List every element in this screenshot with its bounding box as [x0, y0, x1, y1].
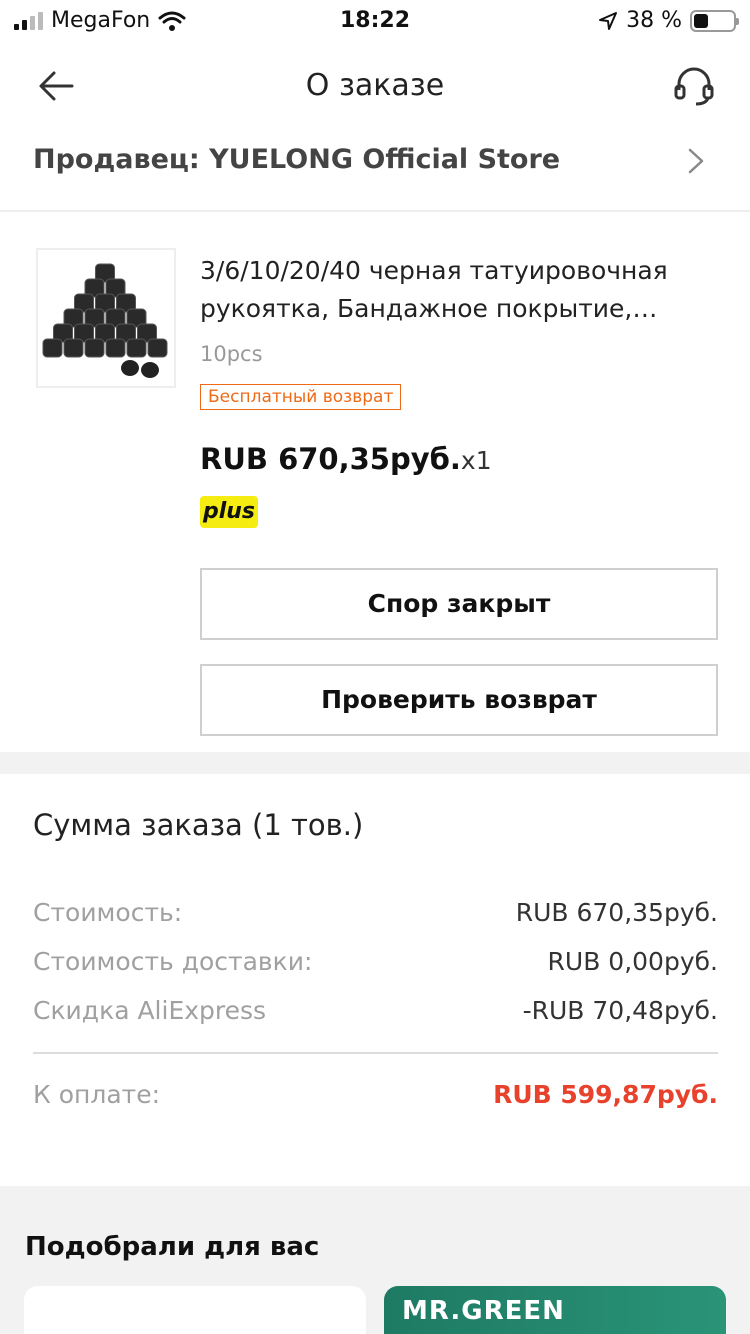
page-title: О заказе: [305, 68, 445, 103]
summary-label: Стоимость:: [33, 898, 183, 927]
battery-percent: 38 %: [626, 8, 682, 33]
order-summary: Сумма заказа (1 тов.) Стоимость: RUB 670…: [0, 774, 750, 1186]
summary-label: Скидка AliExpress: [33, 996, 267, 1025]
total-value: RUB 599,87руб.: [493, 1080, 718, 1109]
recommendations: Подобрали для вас MR.GREEN: [0, 1186, 750, 1334]
check-return-button[interactable]: Проверить возврат: [200, 664, 718, 736]
summary-value: RUB 0,00руб.: [547, 947, 718, 976]
headset-icon[interactable]: [672, 64, 716, 108]
chevron-right-icon: [688, 148, 704, 174]
summary-row-total: К оплате: RUB 599,87руб.: [33, 1080, 718, 1109]
product-quantity: x1: [460, 446, 492, 475]
recommendation-card[interactable]: MR.GREEN: [384, 1286, 726, 1334]
dispute-closed-button[interactable]: Спор закрыт: [200, 568, 718, 640]
battery-level: [694, 13, 709, 28]
app-header: О заказе: [0, 46, 750, 126]
order-item: 3/6/10/20/40 черная татуировочная рукоят…: [0, 214, 750, 752]
recommendation-card[interactable]: [24, 1286, 366, 1334]
status-right: 38 %: [598, 8, 739, 33]
status-bar: MegaFon 18:22 38 %: [0, 0, 750, 40]
summary-row-cost: Стоимость: RUB 670,35руб.: [33, 898, 718, 927]
plus-badge: plus: [200, 496, 258, 528]
free-return-badge: Бесплатный возврат: [200, 384, 402, 410]
summary-title: Сумма заказа (1 тов.): [33, 808, 364, 842]
product-price: RUB 670,35руб.: [200, 442, 461, 476]
product-variant: 10pcs: [200, 342, 263, 366]
price-line: RUB 670,35руб.x1: [200, 442, 492, 476]
seller-row[interactable]: Продавец: YUELONG Official Store: [0, 128, 750, 212]
tape-rolls-image: [42, 263, 168, 378]
location-arrow-icon: [599, 11, 618, 30]
summary-value: RUB 670,35руб.: [515, 898, 718, 927]
summary-row-discount: Скидка AliExpress -RUB 70,48руб.: [33, 996, 718, 1025]
summary-divider: [33, 1052, 718, 1054]
recommendation-brand: MR.GREEN: [402, 1296, 565, 1326]
total-label: К оплате:: [33, 1080, 161, 1109]
summary-label: Стоимость доставки:: [33, 947, 313, 976]
recommendations-title: Подобрали для вас: [25, 1232, 320, 1262]
product-image[interactable]: [36, 248, 176, 388]
section-divider: [0, 752, 750, 774]
summary-row-shipping: Стоимость доставки: RUB 0,00руб.: [33, 947, 718, 976]
battery-icon: [690, 9, 739, 32]
seller-name: Продавец: YUELONG Official Store: [33, 144, 561, 175]
summary-value: -RUB 70,48руб.: [522, 996, 718, 1025]
product-title[interactable]: 3/6/10/20/40 черная татуировочная рукоят…: [200, 252, 720, 328]
